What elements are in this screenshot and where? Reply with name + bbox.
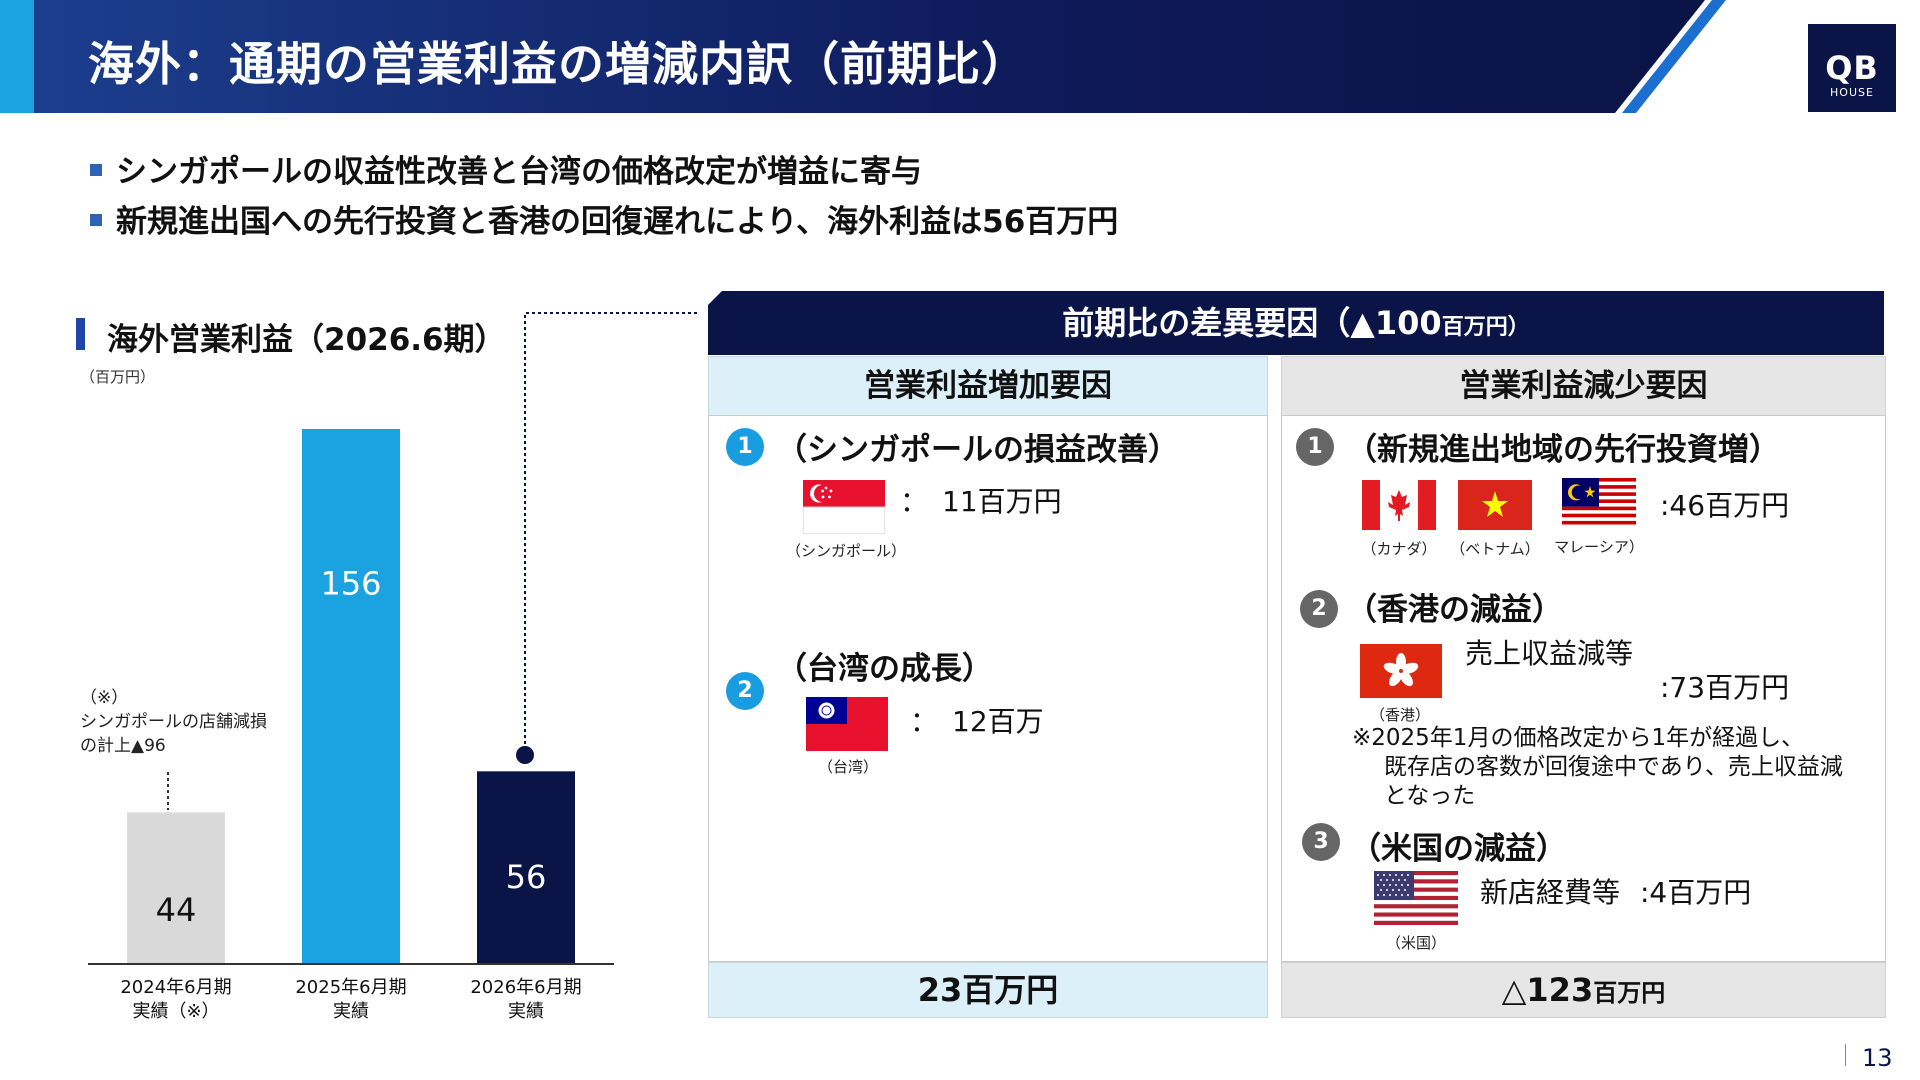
usa-flag-caption: （米国） [1385,934,1446,952]
increase-item-2-title: （台湾の成長） [776,651,993,687]
chart-footnote: （※） シンガポールの店舗減損 の計上▲96 [80,686,267,758]
variance-header-unit: 百万円） [1441,315,1530,340]
taiwan-flag-caption: （台湾） [817,758,878,776]
taiwan-flag-icon [806,697,888,751]
hong-kong-note: ※2025年1月の価格改定から1年が経過し、 既存店の客数が回復途中であり、売上… [1352,724,1843,811]
singapore-flag-caption: （シンガポール） [786,542,907,560]
decrease-total-unit: 百万円 [1593,979,1666,1007]
x-tick-label-2024-line2: 実績（※） [132,1001,220,1022]
hong-kong-flag-caption: （香港） [1369,706,1430,724]
increase-total: 23百万円 [708,962,1268,1018]
decrease-total-value: △123 [1501,971,1594,1009]
connector-dot [516,746,534,764]
malaysia-flag-icon [1562,478,1636,528]
x-tick-label-2025: 2025年6月期 実績 [271,976,431,1024]
connector-dotted-line [524,312,700,750]
bar-value-label: 156 [320,565,381,603]
usa-flag-icon [1374,871,1458,925]
chart-note-line-3: の計上▲96 [80,736,166,756]
chart-note-line-2: シンガポールの店舗減損 [80,712,267,732]
page-number-separator [1845,1044,1846,1066]
logo-qb-text: QB [1825,49,1879,87]
decrease-item-3-number: 3 [1302,823,1340,861]
singapore-flag-icon [803,480,885,534]
bar-value-label: 44 [156,891,197,929]
profit-bar-chart: 44 156 56 [88,312,700,965]
hong-kong-flag-icon [1360,644,1442,698]
decrease-item-2-title: （香港の減益） [1346,592,1563,628]
increase-factors-heading: 営業利益増加要因 [708,356,1268,416]
decrease-item-2-value-label: 売上収益減等 [1465,637,1634,670]
decrease-item-3-title: （米国の減益） [1350,831,1567,867]
logo-house-text: HOUSE [1830,86,1874,99]
variance-header-paren: （▲100 [1318,304,1442,342]
panel-corner-notch [708,291,722,305]
decrease-total: △123百万円 [1281,962,1886,1018]
increase-item-2-value: ： 12百万 [910,705,1044,738]
malaysia-flag-caption: マレーシア） [1554,538,1644,556]
x-tick-label-2025-line2: 実績 [333,1001,369,1022]
increase-item-1-number: 1 [726,428,764,466]
decrease-item-1-number: 1 [1296,428,1334,466]
decrease-factors-heading: 営業利益減少要因 [1281,356,1886,416]
x-tick-label-2026: 2026年6月期 実績 [446,976,606,1024]
increase-item-2-number: 2 [726,672,764,710]
x-tick-label-2025-line1: 2025年6月期 [295,977,407,998]
decrease-item-1-value: :46百万円 [1660,489,1790,522]
x-tick-label-2026-line1: 2026年6月期 [470,977,582,998]
decrease-item-3-value-label: 新店経費等 [1480,876,1621,909]
vietnam-flag-icon [1458,480,1532,530]
increase-item-1-title: （シンガポールの損益改善） [776,432,1179,468]
decrease-item-3-value: :4百万円 [1640,876,1752,909]
vietnam-flag-caption: （ベトナム） [1450,540,1540,558]
bar-2024年6月期 [127,812,225,963]
bar-2025年6月期 [302,429,400,963]
hong-kong-note-line-2: 既存店の客数が回復途中であり、売上収益減 [1384,754,1843,780]
x-tick-label-2024-line1: 2024年6月期 [120,977,232,998]
variance-factors-header: 前期比の差異要因（▲100百万円） [708,291,1884,355]
qb-house-logo: QB HOUSE [1808,24,1896,112]
decrease-item-2-value: :73百万円 [1660,671,1790,704]
canada-flag-caption: （カナダ） [1361,540,1437,558]
variance-header-main: 前期比の差異要因 [1062,304,1319,342]
x-tick-label-2026-line2: 実績 [508,1001,544,1022]
hong-kong-note-line-3: となった [1384,783,1476,809]
decrease-item-1-title: （新規進出地域の先行投資増） [1346,432,1780,468]
hong-kong-note-line-1: ※2025年1月の価格改定から1年が経過し、 [1352,725,1805,751]
decrease-item-2-number: 2 [1300,590,1338,628]
canada-flag-icon [1362,480,1436,530]
chart-note-line-1: （※） [80,688,129,708]
increase-item-1-value: ： 11百万円 [900,485,1062,518]
bar-value-label: 56 [506,858,547,896]
page-number: 13 [1862,1044,1893,1072]
x-tick-label-2024: 2024年6月期 実績（※） [96,976,256,1024]
